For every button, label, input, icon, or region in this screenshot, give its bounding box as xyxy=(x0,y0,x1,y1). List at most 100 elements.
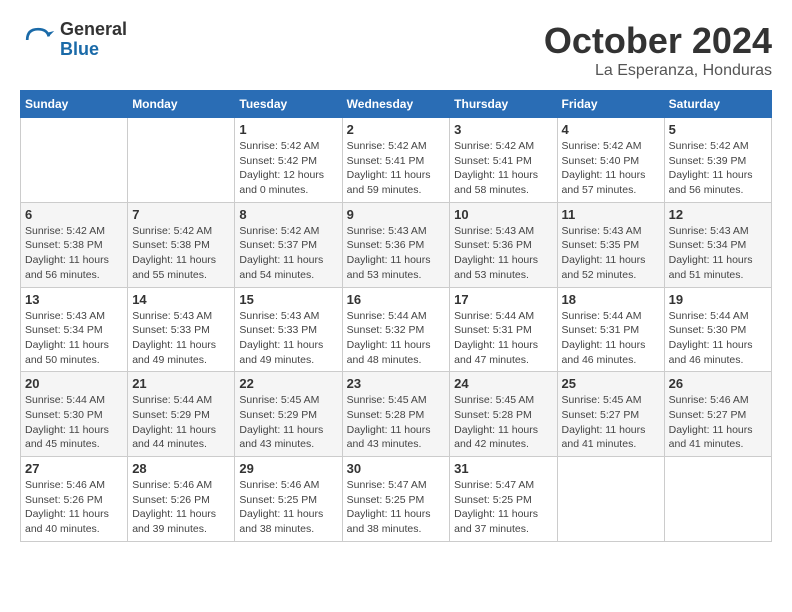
day-cell: 14Sunrise: 5:43 AM Sunset: 5:33 PM Dayli… xyxy=(128,287,235,372)
day-cell: 19 Sunrise: 5:44 AM Sunset: 5:30 PM Dayli… xyxy=(664,287,771,372)
day-info: Sunrise: 5:42 AM Sunset: 5:42 PM Dayligh… xyxy=(239,139,337,198)
logo-blue-label: Blue xyxy=(60,40,127,60)
day-cell: 25 Sunrise: 5:45 AM Sunset: 5:27 PM Dayli… xyxy=(557,372,664,457)
day-number: 11 xyxy=(562,207,660,222)
day-info: Sunrise: 5:43 AM Sunset: 5:34 PM Dayligh… xyxy=(25,309,123,368)
day-info: Sunrise: 5:43 AM Sunset: 5:33 PM Dayligh… xyxy=(239,309,337,368)
day-number: 19 xyxy=(669,292,767,307)
day-info: Sunrise: 5:42 AM Sunset: 5:41 PM Dayligh… xyxy=(454,139,552,198)
day-info: Sunrise: 5:44 AM Sunset: 5:30 PM Dayligh… xyxy=(669,309,767,368)
day-number: 13 xyxy=(25,292,123,307)
logo: General Blue xyxy=(20,20,127,60)
day-info: Sunrise: 5:44 AM Sunset: 5:30 PM Dayligh… xyxy=(25,393,123,452)
week-row-1: 1 Sunrise: 5:42 AM Sunset: 5:42 PM Daylig… xyxy=(21,118,772,203)
logo-general-label: General xyxy=(60,20,127,40)
day-number: 20 xyxy=(25,376,123,391)
day-info: Sunrise: 5:45 AM Sunset: 5:27 PM Dayligh… xyxy=(562,393,660,452)
day-info: Sunrise: 5:47 AM Sunset: 5:25 PM Dayligh… xyxy=(454,478,552,537)
day-number: 10 xyxy=(454,207,552,222)
day-number: 15 xyxy=(239,292,337,307)
day-number: 28 xyxy=(132,461,230,476)
day-info: Sunrise: 5:42 AM Sunset: 5:38 PM Dayligh… xyxy=(25,224,123,283)
day-cell: 29 Sunrise: 5:46 AM Sunset: 5:25 PM Dayli… xyxy=(235,457,342,542)
day-info: Sunrise: 5:45 AM Sunset: 5:29 PM Dayligh… xyxy=(239,393,337,452)
day-number: 16 xyxy=(347,292,446,307)
header-cell-monday: Monday xyxy=(128,91,235,118)
day-cell: 18 Sunrise: 5:44 AM Sunset: 5:31 PM Dayli… xyxy=(557,287,664,372)
day-cell: 2 Sunrise: 5:42 AM Sunset: 5:41 PM Daylig… xyxy=(342,118,450,203)
logo-icon xyxy=(20,22,56,58)
calendar-body: 1 Sunrise: 5:42 AM Sunset: 5:42 PM Daylig… xyxy=(21,118,772,542)
page-subtitle: La Esperanza, Honduras xyxy=(544,62,772,80)
day-info: Sunrise: 5:42 AM Sunset: 5:40 PM Dayligh… xyxy=(562,139,660,198)
day-cell: 6 Sunrise: 5:42 AM Sunset: 5:38 PM Daylig… xyxy=(21,202,128,287)
day-info: Sunrise: 5:42 AM Sunset: 5:37 PM Dayligh… xyxy=(239,224,337,283)
day-cell: 13 Sunrise: 5:43 AM Sunset: 5:34 PM Dayli… xyxy=(21,287,128,372)
day-info: Sunrise: 5:43 AM Sunset: 5:36 PM Dayligh… xyxy=(347,224,446,283)
day-cell: 8 Sunrise: 5:42 AM Sunset: 5:37 PM Daylig… xyxy=(235,202,342,287)
day-cell: 4Sunrise: 5:42 AM Sunset: 5:40 PM Daylig… xyxy=(557,118,664,203)
calendar-table: SundayMondayTuesdayWednesdayThursdayFrid… xyxy=(20,90,772,542)
day-cell: 20 Sunrise: 5:44 AM Sunset: 5:30 PM Dayli… xyxy=(21,372,128,457)
day-info: Sunrise: 5:44 AM Sunset: 5:32 PM Dayligh… xyxy=(347,309,446,368)
day-info: Sunrise: 5:42 AM Sunset: 5:38 PM Dayligh… xyxy=(132,224,230,283)
day-cell: 3 Sunrise: 5:42 AM Sunset: 5:41 PM Daylig… xyxy=(450,118,557,203)
day-info: Sunrise: 5:46 AM Sunset: 5:27 PM Dayligh… xyxy=(669,393,767,452)
day-cell: 5Sunrise: 5:42 AM Sunset: 5:39 PM Daylig… xyxy=(664,118,771,203)
header-cell-wednesday: Wednesday xyxy=(342,91,450,118)
day-number: 18 xyxy=(562,292,660,307)
day-cell: 26 Sunrise: 5:46 AM Sunset: 5:27 PM Dayli… xyxy=(664,372,771,457)
day-cell: 23Sunrise: 5:45 AM Sunset: 5:28 PM Dayli… xyxy=(342,372,450,457)
day-cell: 10 Sunrise: 5:43 AM Sunset: 5:36 PM Dayli… xyxy=(450,202,557,287)
day-cell: 12 Sunrise: 5:43 AM Sunset: 5:34 PM Dayli… xyxy=(664,202,771,287)
day-info: Sunrise: 5:42 AM Sunset: 5:41 PM Dayligh… xyxy=(347,139,446,198)
day-info: Sunrise: 5:43 AM Sunset: 5:34 PM Dayligh… xyxy=(669,224,767,283)
day-cell: 17 Sunrise: 5:44 AM Sunset: 5:31 PM Dayli… xyxy=(450,287,557,372)
header-cell-sunday: Sunday xyxy=(21,91,128,118)
day-cell: 22Sunrise: 5:45 AM Sunset: 5:29 PM Dayli… xyxy=(235,372,342,457)
week-row-2: 6 Sunrise: 5:42 AM Sunset: 5:38 PM Daylig… xyxy=(21,202,772,287)
day-cell: 16 Sunrise: 5:44 AM Sunset: 5:32 PM Dayli… xyxy=(342,287,450,372)
day-cell: 7 Sunrise: 5:42 AM Sunset: 5:38 PM Daylig… xyxy=(128,202,235,287)
day-number: 6 xyxy=(25,207,123,222)
calendar-header: SundayMondayTuesdayWednesdayThursdayFrid… xyxy=(21,91,772,118)
day-number: 2 xyxy=(347,122,446,137)
day-cell: 1 Sunrise: 5:42 AM Sunset: 5:42 PM Daylig… xyxy=(235,118,342,203)
day-number: 26 xyxy=(669,376,767,391)
day-cell xyxy=(128,118,235,203)
day-number: 9 xyxy=(347,207,446,222)
day-number: 5 xyxy=(669,122,767,137)
week-row-5: 27Sunrise: 5:46 AM Sunset: 5:26 PM Dayli… xyxy=(21,457,772,542)
day-number: 24 xyxy=(454,376,552,391)
week-row-4: 20 Sunrise: 5:44 AM Sunset: 5:30 PM Dayli… xyxy=(21,372,772,457)
day-info: Sunrise: 5:44 AM Sunset: 5:31 PM Dayligh… xyxy=(454,309,552,368)
page-title: October 2024 xyxy=(544,20,772,62)
day-number: 31 xyxy=(454,461,552,476)
day-number: 29 xyxy=(239,461,337,476)
day-info: Sunrise: 5:46 AM Sunset: 5:25 PM Dayligh… xyxy=(239,478,337,537)
day-number: 1 xyxy=(239,122,337,137)
day-info: Sunrise: 5:46 AM Sunset: 5:26 PM Dayligh… xyxy=(25,478,123,537)
day-info: Sunrise: 5:43 AM Sunset: 5:36 PM Dayligh… xyxy=(454,224,552,283)
day-cell: 24 Sunrise: 5:45 AM Sunset: 5:28 PM Dayli… xyxy=(450,372,557,457)
day-cell xyxy=(664,457,771,542)
day-number: 7 xyxy=(132,207,230,222)
day-cell: 9 Sunrise: 5:43 AM Sunset: 5:36 PM Daylig… xyxy=(342,202,450,287)
day-info: Sunrise: 5:45 AM Sunset: 5:28 PM Dayligh… xyxy=(454,393,552,452)
day-number: 12 xyxy=(669,207,767,222)
header-cell-saturday: Saturday xyxy=(664,91,771,118)
day-cell: 28Sunrise: 5:46 AM Sunset: 5:26 PM Dayli… xyxy=(128,457,235,542)
day-cell: 30Sunrise: 5:47 AM Sunset: 5:25 PM Dayli… xyxy=(342,457,450,542)
day-info: Sunrise: 5:44 AM Sunset: 5:31 PM Dayligh… xyxy=(562,309,660,368)
header-cell-thursday: Thursday xyxy=(450,91,557,118)
week-row-3: 13 Sunrise: 5:43 AM Sunset: 5:34 PM Dayli… xyxy=(21,287,772,372)
page-header: General Blue October 2024 La Esperanza, … xyxy=(20,20,772,80)
day-info: Sunrise: 5:45 AM Sunset: 5:28 PM Dayligh… xyxy=(347,393,446,452)
day-number: 8 xyxy=(239,207,337,222)
day-cell xyxy=(557,457,664,542)
day-info: Sunrise: 5:47 AM Sunset: 5:25 PM Dayligh… xyxy=(347,478,446,537)
header-cell-friday: Friday xyxy=(557,91,664,118)
day-number: 25 xyxy=(562,376,660,391)
day-number: 17 xyxy=(454,292,552,307)
day-number: 3 xyxy=(454,122,552,137)
